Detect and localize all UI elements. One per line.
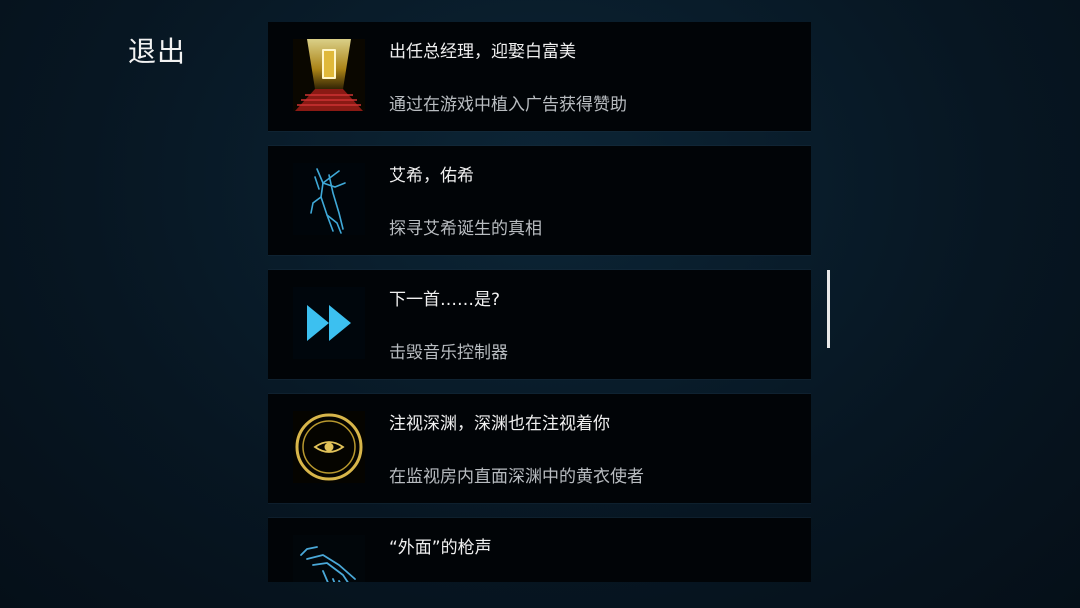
achievement-list[interactable]: 出任总经理，迎娶白富美 通过在游戏中植入广告获得赞助 艾希，佑希 探寻艾希诞生的… (268, 22, 811, 582)
achievement-description: 击毁音乐控制器 (389, 343, 508, 363)
achievement-title: 出任总经理，迎娶白富美 (389, 42, 576, 62)
achievement-description: 探寻艾希诞生的真相 (389, 219, 542, 239)
achievement-description: 在监视房内直面深渊中的黄衣使者 (389, 467, 644, 487)
achievement-title: 艾希，佑希 (389, 166, 474, 186)
gun-icon (293, 535, 365, 582)
scrollbar[interactable] (827, 270, 830, 348)
achievement-card[interactable]: 注视深渊，深渊也在注视着你 在监视房内直面深渊中的黄衣使者 (268, 394, 811, 503)
achievement-description: 通过在游戏中植入广告获得赞助 (389, 95, 627, 115)
red-carpet-door-icon (293, 39, 365, 111)
fast-forward-icon (293, 287, 365, 359)
achievement-card[interactable]: 出任总经理，迎娶白富美 通过在游戏中植入广告获得赞助 (268, 22, 811, 131)
achievement-card[interactable]: 艾希，佑希 探寻艾希诞生的真相 (268, 146, 811, 255)
achievement-title: 注视深渊，深渊也在注视着你 (389, 414, 610, 434)
achievement-card[interactable]: “外面”的枪声 (268, 518, 811, 582)
exit-button[interactable]: 退出 (128, 30, 186, 70)
eye-sigil-icon (293, 411, 365, 483)
winged-figure-icon (293, 163, 365, 235)
achievement-title: 下一首……是? (389, 290, 501, 310)
achievement-card[interactable]: 下一首……是? 击毁音乐控制器 (268, 270, 811, 379)
achievement-title: “外面”的枪声 (389, 538, 492, 558)
